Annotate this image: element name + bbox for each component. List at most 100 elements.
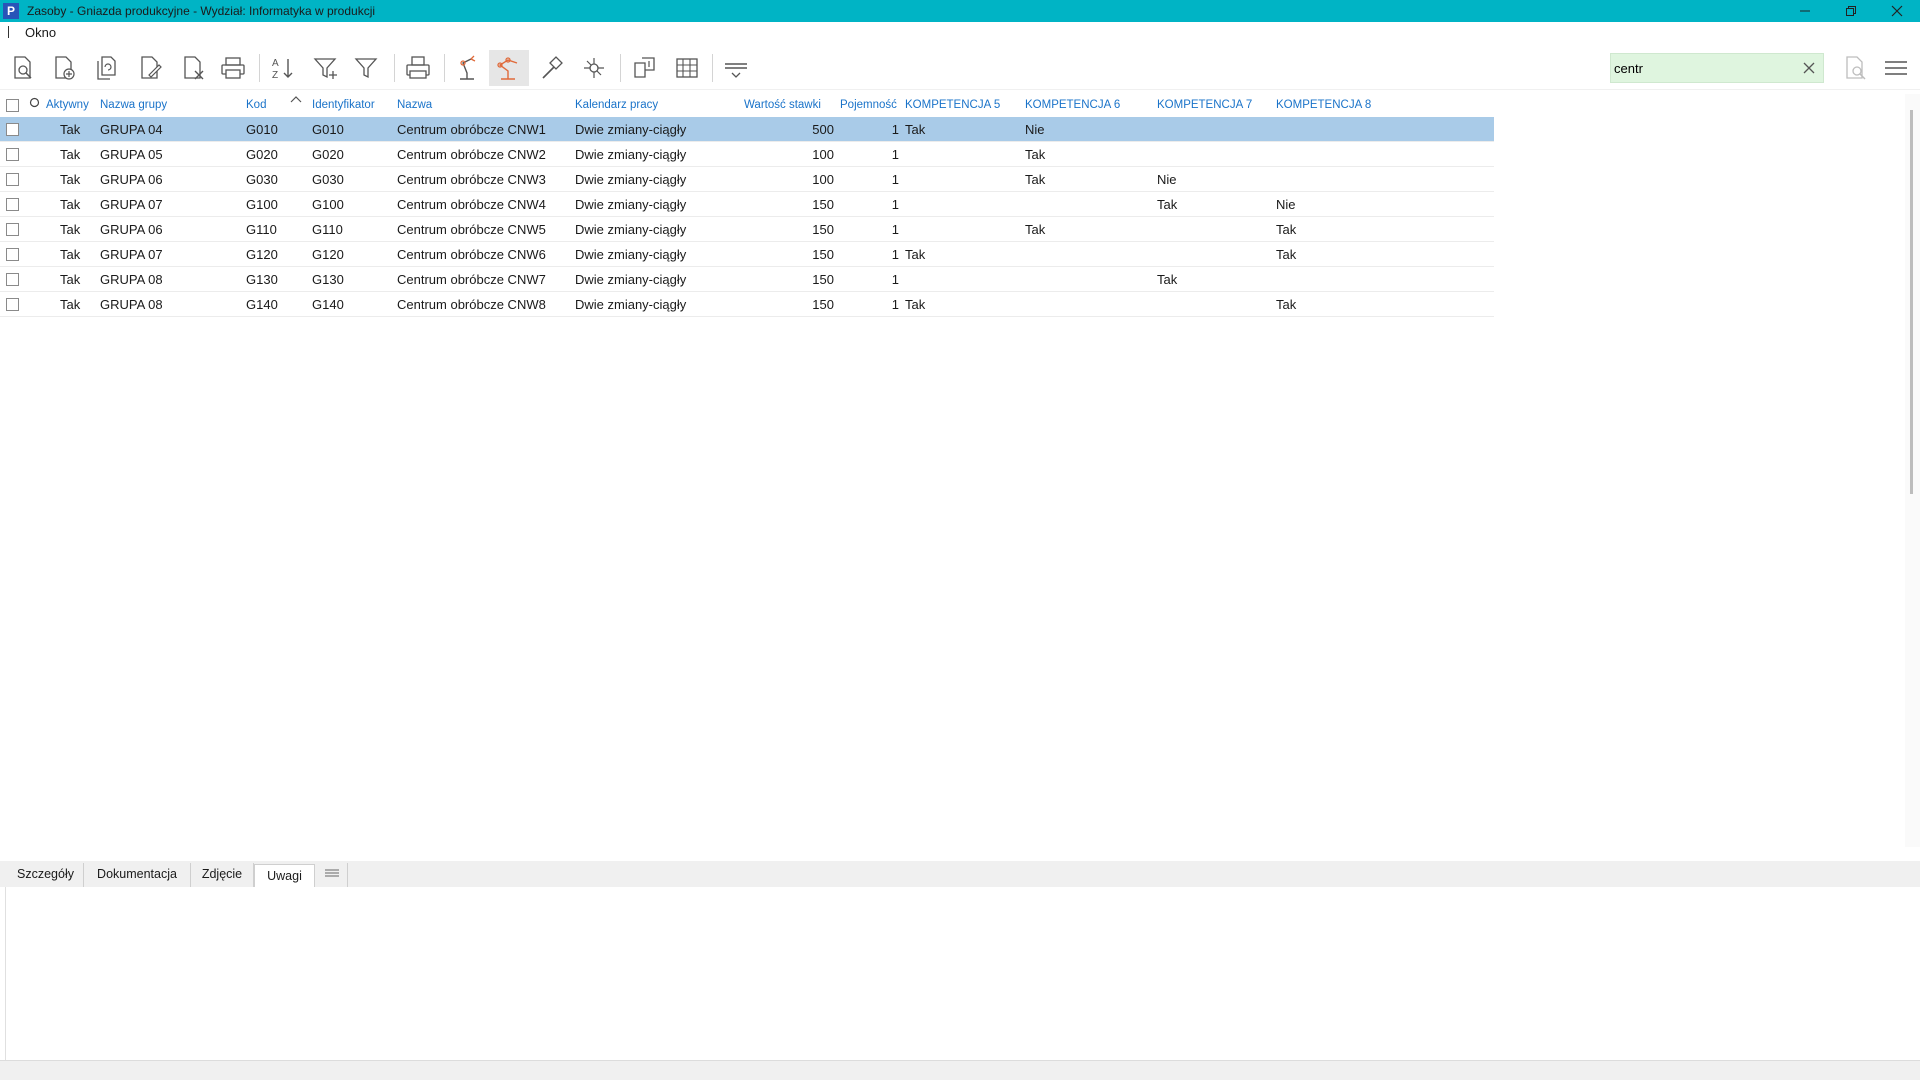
column-header-kompetencja-6[interactable]: KOMPETENCJA 6 [1025,99,1120,111]
advanced-search-button[interactable] [1835,50,1875,86]
scrollbar-thumb[interactable] [1910,110,1913,494]
svg-text:A: A [272,58,279,69]
sort-button[interactable]: AZ [263,50,303,86]
copy-document-button[interactable] [87,50,127,86]
row-checkbox[interactable] [6,123,19,136]
robot-arm-button[interactable] [448,50,488,86]
cell-kalendarz-pracy: Dwie zmiany-ciągły [575,197,687,212]
cell-kalendarz-pracy: Dwie zmiany-ciągły [575,147,687,162]
cell-kod: G130 [246,272,278,287]
search-box [1610,53,1824,83]
cell-identyfikator: G100 [312,197,344,212]
table-row[interactable]: Tak GRUPA 06 G030 G030 Centrum obróbcze CNW3… [0,167,1494,192]
column-header-kompetencja-8[interactable]: KOMPETENCJA 8 [1276,99,1371,111]
table-row[interactable]: Tak GRUPA 07 G120 G120 Centrum obróbcze CNW6… [0,242,1494,267]
cell-aktywny: Tak [60,247,81,262]
row-checkbox[interactable] [6,198,19,211]
cell-pojemnosc: 1 [891,297,899,312]
column-header-aktywny[interactable]: Aktywny [46,99,89,111]
column-header-kompetencja-7[interactable]: KOMPETENCJA 7 [1157,99,1252,111]
print-button[interactable] [213,50,253,86]
hammer-button[interactable] [532,50,572,86]
cell-wartosc-stawki: 500 [812,122,834,137]
cell-kalendarz-pracy: Dwie zmiany-ciągły [575,247,687,262]
cell-nazwa: Centrum obróbcze CNW2 [397,147,546,162]
tab-dokumentacja[interactable]: Dokumentacja [84,863,191,887]
columns-layout-button[interactable] [624,50,664,86]
row-checkbox[interactable] [6,298,19,311]
menu-filter-icon [725,63,747,78]
cell-pojemnosc: 1 [891,147,899,162]
print-icon [221,57,245,79]
restore-button[interactable] [1828,0,1874,22]
cell-aktywny: Tak [60,147,81,162]
cell-nazwa-grupy: GRUPA 08 [100,272,163,287]
cell-kompetencja-8: Nie [1276,197,1296,212]
column-header-pojemnosc[interactable]: Pojemność [840,99,897,111]
filter-button[interactable] [347,50,387,86]
cell-nazwa-grupy: GRUPA 07 [100,247,163,262]
row-checkbox[interactable] [6,148,19,161]
column-header-identyfikator[interactable]: Identyfikator [312,99,375,111]
table-row[interactable]: Tak GRUPA 08 G140 G140 Centrum obróbcze CNW8… [0,292,1494,317]
toolbar-separator [712,54,713,82]
column-header-kod[interactable]: Kod [246,99,266,111]
network-button[interactable] [574,50,614,86]
main-menu-button[interactable] [1876,50,1916,86]
cell-aktywny: Tak [60,172,81,187]
tab-szczegoly[interactable]: Szczegóły [8,863,84,887]
filter-add-button[interactable] [306,50,346,86]
cell-kompetencja-8: Tak [1276,247,1297,262]
details-panel: Szczegóły Dokumentacja Zdjęcie Uwagi [0,861,1920,1061]
tab-uwagi[interactable]: Uwagi [254,864,315,888]
vertical-scrollbar[interactable] [1905,94,1920,847]
cell-kompetencja-8: Tak [1276,222,1297,237]
tab-zdjecie[interactable]: Zdjęcie [191,863,254,887]
row-checkbox[interactable] [6,273,19,286]
cell-pojemnosc: 1 [891,122,899,137]
table-row[interactable]: Tak GRUPA 06 G110 G110 Centrum obróbcze CNW5… [0,217,1494,242]
close-button[interactable] [1874,0,1920,22]
column-header-kalendarz-pracy[interactable]: Kalendarz pracy [575,99,658,111]
search-clear-button[interactable] [1801,60,1817,76]
view-button[interactable] [3,50,43,86]
column-header-nazwa-grupy[interactable]: Nazwa grupy [100,99,167,111]
edit-document-button[interactable] [130,50,170,86]
table-row[interactable]: Tak GRUPA 07 G100 G100 Centrum obróbcze CNW4… [0,192,1494,217]
print-preview-button[interactable] [398,50,438,86]
table-row[interactable]: Tak GRUPA 08 G130 G130 Centrum obróbcze CNW7… [0,267,1494,292]
cell-wartosc-stawki: 100 [812,147,834,162]
cell-nazwa-grupy: GRUPA 05 [100,147,163,162]
cell-pojemnosc: 1 [891,272,899,287]
cell-nazwa-grupy: GRUPA 06 [100,172,163,187]
row-checkbox[interactable] [6,223,19,236]
cell-identyfikator: G110 [312,222,343,237]
status-column-icon[interactable] [29,97,40,111]
grid-button[interactable] [667,50,707,86]
grid-header: Aktywny Nazwa grupy Kod Identyfikator Na… [0,94,1494,117]
row-checkbox[interactable] [6,173,19,186]
robot-arm-active-button[interactable] [489,50,529,86]
notes-area[interactable] [5,887,1920,1061]
tab-menu-button[interactable] [316,863,348,887]
column-header-wartosc-stawki[interactable]: Wartość stawki [744,99,821,111]
menu-item-okno[interactable]: Okno [25,25,56,40]
details-tab-bar: Szczegóły Dokumentacja Zdjęcie Uwagi [0,861,1920,888]
select-all-checkbox[interactable] [6,99,19,112]
column-header-kompetencja-5[interactable]: KOMPETENCJA 5 [905,99,1000,111]
table-row[interactable]: Tak GRUPA 05 G020 G020 Centrum obróbcze CNW2… [0,142,1494,167]
window-title: Zasoby - Gniazda produkcyjne - Wydział: … [27,4,376,18]
cell-wartosc-stawki: 150 [812,247,834,262]
cell-nazwa: Centrum obróbcze CNW3 [397,172,546,187]
menu-filter-button[interactable] [716,50,756,86]
column-header-nazwa[interactable]: Nazwa [397,99,432,111]
table-row[interactable]: Tak GRUPA 04 G010 G010 Centrum obróbcze CNW1… [0,117,1494,142]
new-document-button[interactable] [44,50,84,86]
cell-kompetencja-5: Tak [905,297,926,312]
row-checkbox[interactable] [6,248,19,261]
cell-identyfikator: G120 [312,247,344,262]
delete-document-button[interactable] [173,50,213,86]
cell-kompetencja-7: Tak [1157,197,1178,212]
search-input[interactable] [1614,60,1794,76]
minimize-button[interactable] [1782,0,1828,22]
